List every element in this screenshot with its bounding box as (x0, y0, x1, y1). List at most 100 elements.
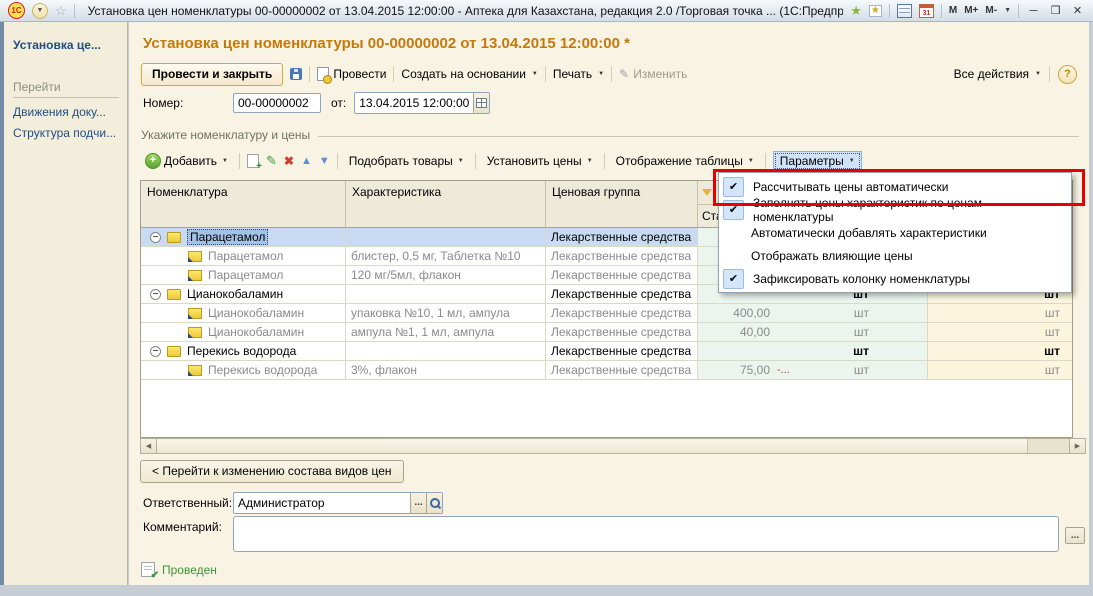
menu-item[interactable]: ✔Заполнять цены характеристик по ценам н… (719, 198, 1071, 221)
minimize-button[interactable]: ─ (1026, 5, 1041, 17)
price-cell-2[interactable]: шт (928, 342, 1073, 360)
sidebar-item-subordination-structure[interactable]: Структура подчи... (13, 126, 119, 140)
calculator-icon[interactable] (897, 4, 912, 18)
nomenclature-cell[interactable]: Парацетамол (141, 228, 346, 246)
table-view-button[interactable]: Отображение таблицы ▼ (612, 152, 758, 170)
copy-row-icon[interactable] (247, 154, 259, 168)
date-picker-button[interactable] (473, 93, 489, 113)
nomenclature-cell[interactable]: Цианокобаламин (141, 285, 346, 303)
characteristic-cell[interactable] (346, 228, 546, 246)
date-input[interactable] (355, 94, 473, 112)
delete-row-icon[interactable]: ✖ (284, 154, 294, 168)
number-input[interactable] (233, 93, 321, 113)
collapse-group-icon[interactable] (150, 346, 161, 357)
price-cell[interactable]: 400,00шт (698, 304, 928, 322)
responsible-input[interactable] (234, 494, 410, 512)
system-menu-icon[interactable]: ▼ (32, 3, 48, 19)
price-cell[interactable]: шт (698, 342, 928, 360)
table-row[interactable]: Цианокобаламин упаковка №10, 1 мл, ампула… (141, 304, 1072, 323)
add-favorite-icon[interactable]: ★ (850, 4, 862, 17)
post-and-close-button[interactable]: Провести и закрыть (141, 63, 283, 86)
column-header-price-group[interactable]: Ценовая группа (546, 181, 698, 227)
memory-plus-button[interactable]: M+ (964, 5, 978, 16)
nomenclature-cell[interactable]: Парацетамол (141, 247, 346, 265)
price-cell[interactable]: 75,00-...шт (698, 361, 928, 379)
maximize-button[interactable]: ❒ (1048, 4, 1063, 17)
nomenclature-cell[interactable]: Парацетамол (141, 266, 346, 284)
move-down-icon[interactable]: ▼ (319, 155, 330, 167)
create-based-on-button[interactable]: Создать на основании ▼ (401, 67, 537, 81)
responsible-search-button[interactable] (426, 493, 442, 513)
print-button[interactable]: Печать ▼ (553, 67, 604, 81)
price-cell-2[interactable]: шт (928, 304, 1073, 322)
price-cell-2[interactable]: шт (928, 361, 1073, 379)
close-button[interactable]: ✕ (1070, 4, 1085, 17)
nomenclature-cell[interactable]: Цианокобаламин (141, 304, 346, 322)
pick-goods-button[interactable]: Подобрать товары ▼ (345, 152, 468, 170)
price-group-cell[interactable]: Лекарственные средства (546, 228, 698, 246)
sidebar-title: Установка це... (13, 38, 119, 52)
parameters-button[interactable]: Параметры ▼ (773, 151, 862, 171)
move-up-icon[interactable]: ▲ (301, 155, 312, 167)
comment-expand-button[interactable]: ... (1065, 527, 1085, 544)
price-group-cell[interactable]: Лекарственные средства (546, 361, 698, 379)
save-icon[interactable] (290, 68, 302, 80)
characteristic-cell[interactable]: блистер, 0,5 мг, Таблетка №10 (346, 247, 546, 265)
characteristic-cell[interactable]: 120 мг/5мл, флакон (346, 266, 546, 284)
nomenclature-cell[interactable]: Цианокобаламин (141, 323, 346, 341)
responsible-lookup-button[interactable]: ... (410, 493, 426, 513)
menu-item[interactable]: Автоматически добавлять характеристики (719, 221, 1071, 244)
sidebar-item-document-movements[interactable]: Движения доку... (13, 105, 119, 119)
price-cell-2[interactable]: шт (928, 323, 1073, 341)
collapse-group-icon[interactable] (150, 232, 161, 243)
add-button[interactable]: + Добавить ▼ (141, 151, 232, 171)
nomenclature-text: Цианокобаламин (208, 306, 304, 320)
price-group-cell[interactable]: Лекарственные средства (546, 247, 698, 265)
table-row[interactable]: Перекись водорода3%, флаконЛекарственные… (141, 361, 1072, 380)
memory-recall-button[interactable]: M (949, 5, 957, 16)
column-header-nomenclature[interactable]: Номенклатура (141, 181, 346, 227)
characteristic-cell[interactable]: упаковка №10, 1 мл, ампула (346, 304, 546, 322)
toolbar-overflow-icon[interactable]: ▼ (1004, 7, 1011, 14)
nomenclature-text: Перекись водорода (187, 344, 296, 358)
column-header-characteristic[interactable]: Характеристика (346, 181, 546, 227)
menu-item[interactable]: ✔Зафиксировать колонку номенклатуры (719, 267, 1071, 290)
price-cell[interactable]: 40,00шт (698, 323, 928, 341)
comment-input[interactable] (234, 517, 1058, 551)
favorites-window-icon[interactable]: ★ (869, 5, 882, 17)
memory-minus-button[interactable]: M- (985, 5, 997, 16)
nomenclature-cell[interactable]: Перекись водорода (141, 361, 346, 379)
price-group-cell[interactable]: Лекарственные средства (546, 342, 698, 360)
goto-price-kinds-button[interactable]: < Перейти к изменению состава видов цен (140, 460, 404, 483)
edit-row-icon[interactable]: ✎ (266, 153, 277, 169)
characteristic-cell[interactable] (346, 342, 546, 360)
scroll-right-icon[interactable]: ▶ (1069, 439, 1085, 453)
nomenclature-cell[interactable]: Перекись водорода (141, 342, 346, 360)
collapse-group-icon[interactable] (150, 289, 161, 300)
all-actions-button[interactable]: Все действия ▼ (954, 67, 1041, 81)
scrollbar-thumb[interactable] (157, 439, 1028, 453)
characteristic-cell[interactable] (346, 285, 546, 303)
table-row[interactable]: Цианокобаламинампула №1, 1 мл, ампулаЛек… (141, 323, 1072, 342)
menu-item-label: Автоматически добавлять характеристики (751, 226, 987, 240)
characteristic-cell[interactable]: ампула №1, 1 мл, ампула (346, 323, 546, 341)
help-button[interactable]: ? (1058, 65, 1077, 84)
scroll-left-icon[interactable]: ◀ (141, 439, 157, 453)
window-title: Установка цен номенклатуры 00-00000002 о… (82, 4, 844, 18)
set-prices-button[interactable]: Установить цены ▼ (483, 152, 597, 170)
post-button[interactable]: Провести (317, 67, 386, 81)
menu-item[interactable]: Отображать влияющие цены (719, 244, 1071, 267)
characteristic-cell[interactable]: 3%, флакон (346, 361, 546, 379)
calendar-icon[interactable]: 31 (919, 4, 934, 18)
price-group-cell[interactable]: Лекарственные средства (546, 285, 698, 303)
number-label: Номер: (143, 96, 233, 110)
table-row[interactable]: Перекись водорода Лекарственные средства ш… (141, 342, 1072, 361)
horizontal-scrollbar[interactable]: ◀ ▶ (140, 438, 1086, 454)
price-group-cell[interactable]: Лекарственные средства (546, 304, 698, 322)
unit-value: шт (853, 344, 869, 358)
price-group-cell[interactable]: Лекарственные средства (546, 266, 698, 284)
chevron-down-icon: ▼ (222, 158, 228, 164)
favorites-star-icon[interactable]: ☆ (55, 4, 67, 17)
price-group-cell[interactable]: Лекарственные средства (546, 323, 698, 341)
post-button-label: Провести (333, 67, 386, 81)
